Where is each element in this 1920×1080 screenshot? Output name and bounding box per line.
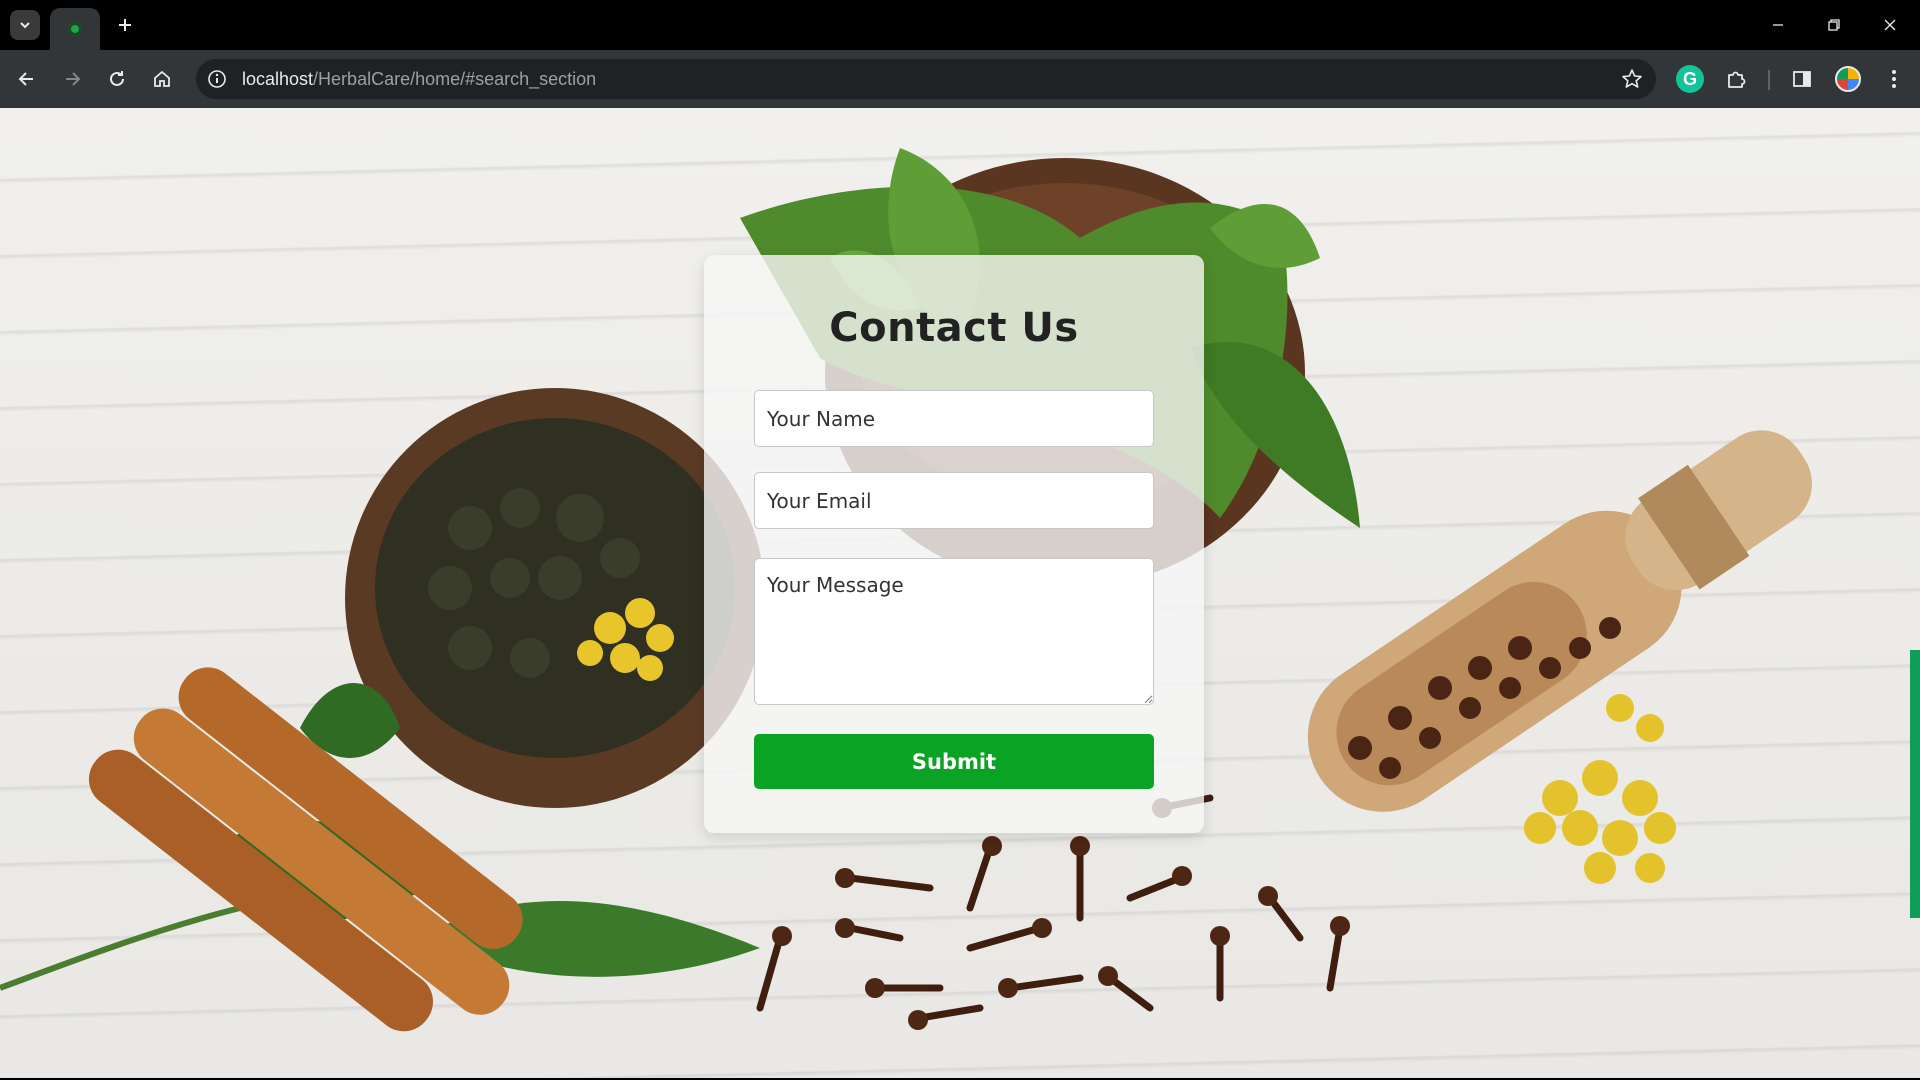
address-bar[interactable]: localhost/HerbalCare/home/#search_sectio… — [196, 59, 1656, 99]
star-icon — [1622, 69, 1642, 88]
message-textarea[interactable] — [754, 558, 1154, 705]
plus-icon — [119, 19, 131, 31]
profile-button[interactable] — [1832, 63, 1864, 95]
puzzle-icon — [1728, 71, 1746, 88]
site-info-button[interactable] — [206, 68, 228, 90]
more-vert-icon — [1892, 70, 1896, 88]
new-tab-button[interactable] — [110, 10, 140, 40]
page-scrollbar-thumb[interactable] — [1910, 650, 1920, 918]
contact-form: Contact Us Submit — [704, 255, 1204, 833]
avatar — [1835, 66, 1861, 92]
email-input[interactable] — [754, 472, 1154, 529]
url-path: /HerbalCare/home/#search_section — [313, 69, 597, 89]
tab-strip — [0, 0, 1920, 50]
tab-search-button[interactable] — [10, 10, 40, 40]
page-viewport: Contact Us Submit — [0, 108, 1920, 1078]
arrow-left-icon — [18, 72, 33, 86]
reload-icon — [110, 71, 124, 86]
submit-button[interactable]: Submit — [754, 734, 1154, 789]
name-input[interactable] — [754, 390, 1154, 447]
browser-toolbar: localhost/HerbalCare/home/#search_sectio… — [0, 50, 1920, 108]
close-icon — [1884, 19, 1896, 31]
url-text: localhost/HerbalCare/home/#search_sectio… — [242, 69, 596, 89]
url-host: localhost — [242, 69, 314, 89]
reload-button[interactable] — [100, 62, 134, 96]
side-panel-icon — [1793, 71, 1811, 87]
restore-button[interactable] — [1806, 0, 1862, 50]
grammarly-extension-button[interactable]: G — [1674, 63, 1706, 95]
bookmark-button[interactable] — [1620, 67, 1644, 91]
browser-tab[interactable] — [50, 8, 100, 50]
chevron-down-icon — [20, 22, 30, 29]
back-button[interactable] — [10, 62, 44, 96]
side-panel-button[interactable] — [1786, 63, 1818, 95]
toolbar-divider — [1768, 70, 1770, 90]
home-button[interactable] — [145, 62, 179, 96]
grammarly-icon: G — [1676, 65, 1704, 93]
arrow-right-icon — [66, 72, 81, 86]
minimize-button[interactable] — [1750, 0, 1806, 50]
restore-icon — [1828, 19, 1840, 31]
site-favicon-icon — [68, 22, 82, 36]
contact-title: Contact Us — [829, 305, 1079, 351]
info-icon — [208, 70, 226, 88]
home-icon — [154, 70, 170, 87]
minimize-icon — [1773, 24, 1783, 26]
extensions-button[interactable] — [1720, 63, 1752, 95]
browser-menu-button[interactable] — [1878, 63, 1910, 95]
close-window-button[interactable] — [1862, 0, 1918, 50]
forward-button[interactable] — [55, 62, 89, 96]
